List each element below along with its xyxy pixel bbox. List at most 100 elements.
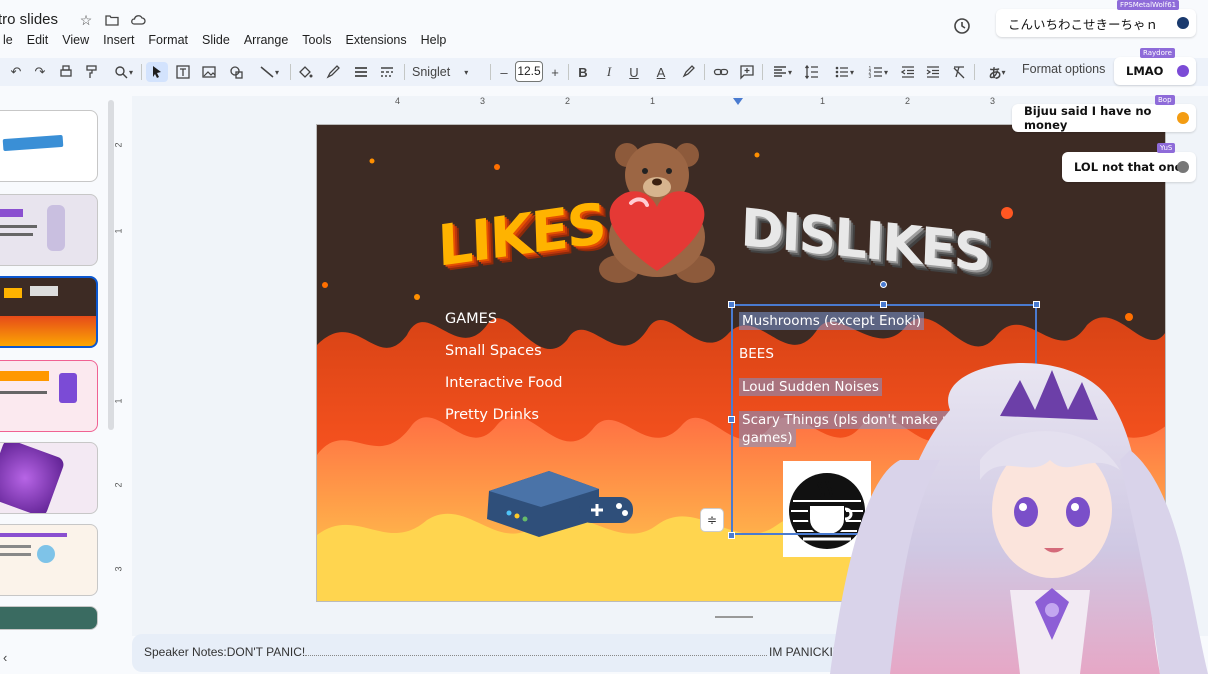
menu-extensions[interactable]: Extensions [338, 32, 413, 48]
document-title[interactable]: tro slides [0, 11, 58, 28]
format-options-button[interactable]: Format options [1022, 62, 1105, 76]
link-icon[interactable] [712, 62, 730, 82]
ruler-tick: 2 [565, 96, 571, 106]
resize-handle[interactable] [880, 301, 887, 308]
history-icon[interactable] [953, 17, 971, 35]
likes-item: GAMES [445, 311, 498, 327]
game-console-image [487, 471, 633, 537]
slide-thumbnail-7[interactable] [0, 606, 98, 630]
redo-icon[interactable]: ↷ [32, 62, 48, 82]
teddy-bear-heart-image [599, 143, 715, 283]
chat-message: Bijuu said I have no money [1012, 104, 1196, 132]
notes-resize-handle[interactable] [715, 616, 753, 618]
slide-thumbnail-3[interactable] [0, 276, 98, 348]
highlight-icon[interactable] [680, 62, 696, 82]
chat-message: こんいちわこせきーちゃｎ [996, 9, 1196, 37]
border-dash-icon[interactable] [378, 62, 396, 82]
shape-icon[interactable] [228, 62, 246, 82]
decrease-font-size-icon[interactable]: – [498, 62, 510, 82]
ruler-tick: 4 [395, 96, 401, 106]
resize-handle[interactable] [728, 416, 735, 423]
ruler-tick: 3 [113, 566, 124, 572]
title-icons: ☆ [78, 12, 146, 28]
undo-icon[interactable]: ↶ [8, 62, 24, 82]
menu-view[interactable]: View [55, 32, 96, 48]
menu-format[interactable]: Format [141, 32, 195, 48]
slide-thumbnail-4[interactable] [0, 360, 98, 432]
cloud-icon[interactable] [130, 12, 146, 28]
menu-slide[interactable]: Slide [195, 32, 237, 48]
resize-handle[interactable] [1033, 301, 1040, 308]
toolbar-separator [762, 64, 763, 80]
input-tools-glyph: あ [988, 66, 1002, 82]
decrease-indent-icon[interactable] [899, 62, 917, 82]
chat-username: FPSMetalWolf61 [1117, 0, 1180, 10]
toolbar-separator [404, 64, 405, 80]
text-box-icon[interactable] [174, 62, 192, 82]
filmstrip-scrollbar[interactable] [108, 100, 114, 430]
toolbar-separator [704, 64, 705, 80]
text-color-icon[interactable]: A [654, 62, 668, 82]
paint-format-icon[interactable] [84, 62, 100, 82]
menu-tools[interactable]: Tools [295, 32, 338, 48]
resize-handle[interactable] [728, 301, 735, 308]
ruler-tick: 1 [113, 228, 124, 234]
autofit-icon[interactable]: ≑ [700, 508, 724, 532]
menu-arrange[interactable]: Arrange [237, 32, 295, 48]
menu-bar: le Edit View Insert Format Slide Arrange… [0, 32, 453, 48]
numbered-list-icon[interactable]: 1 2 3 ▾ [864, 62, 892, 82]
font-family-select[interactable]: Sniglet ▾ [412, 62, 484, 82]
increase-font-size-icon[interactable]: + [549, 62, 561, 82]
comment-icon[interactable] [738, 62, 756, 82]
input-tools-icon[interactable]: あ ▾ [982, 62, 1012, 82]
clear-formatting-icon[interactable] [950, 62, 968, 82]
chat-message-text: LOL not that one [1074, 160, 1183, 174]
slide-thumbnail-6[interactable] [0, 524, 98, 596]
chat-message-text: こんいちわこせきーちゃｎ [1008, 16, 1159, 32]
increase-indent-icon[interactable] [924, 62, 942, 82]
chat-avatar [1177, 112, 1189, 124]
slide-thumbnail-2[interactable] [0, 194, 98, 266]
line-icon[interactable]: ▾ [254, 62, 284, 82]
likes-item: Small Spaces [445, 343, 542, 359]
chat-message-text: LMAO [1126, 64, 1164, 78]
underline-icon[interactable]: U [627, 62, 641, 82]
print-icon[interactable] [58, 62, 74, 82]
indent-marker-icon[interactable] [733, 98, 743, 106]
font-family-value: Sniglet [412, 65, 451, 79]
font-size-input[interactable]: 12.5 [515, 61, 543, 82]
italic-icon[interactable]: I [602, 62, 616, 82]
ruler-tick: 1 [650, 96, 656, 106]
chevron-down-icon: ▾ [464, 67, 469, 77]
chat-username: Raydore [1140, 48, 1175, 58]
chevron-left-icon[interactable]: ‹ [3, 650, 7, 665]
left-ruler: 2 1 1 2 3 [113, 120, 128, 600]
bold-icon[interactable]: B [576, 62, 590, 82]
align-icon[interactable]: ▾ [768, 62, 796, 82]
folder-icon[interactable] [104, 12, 120, 28]
menu-insert[interactable]: Insert [96, 32, 141, 48]
menu-help[interactable]: Help [414, 32, 454, 48]
slide-thumbnail-1[interactable] [0, 110, 98, 182]
ruler-tick: 2 [113, 142, 124, 148]
chat-avatar [1177, 161, 1189, 173]
select-tool-icon[interactable] [146, 62, 168, 82]
resize-handle[interactable] [728, 532, 735, 539]
menu-edit[interactable]: Edit [20, 32, 56, 48]
image-icon[interactable] [200, 62, 218, 82]
menu-file[interactable]: le [0, 32, 20, 48]
bulleted-list-icon[interactable]: ▾ [830, 62, 858, 82]
chat-message: LOL not that one [1062, 152, 1196, 182]
fill-color-icon[interactable] [296, 62, 314, 82]
line-spacing-icon[interactable] [803, 62, 821, 82]
ruler-tick: 2 [113, 482, 124, 488]
likes-list[interactable]: GAMES Small Spaces Interactive Food Pret… [445, 311, 563, 439]
border-color-icon[interactable] [324, 62, 342, 82]
slide-thumbnail-5[interactable] [0, 442, 98, 514]
zoom-icon[interactable]: ▾ [110, 62, 136, 82]
star-icon[interactable]: ☆ [78, 12, 94, 28]
likes-item: Pretty Drinks [445, 407, 539, 423]
border-weight-icon[interactable] [352, 62, 370, 82]
chat-avatar [1177, 65, 1189, 77]
rotate-handle[interactable] [880, 281, 887, 288]
